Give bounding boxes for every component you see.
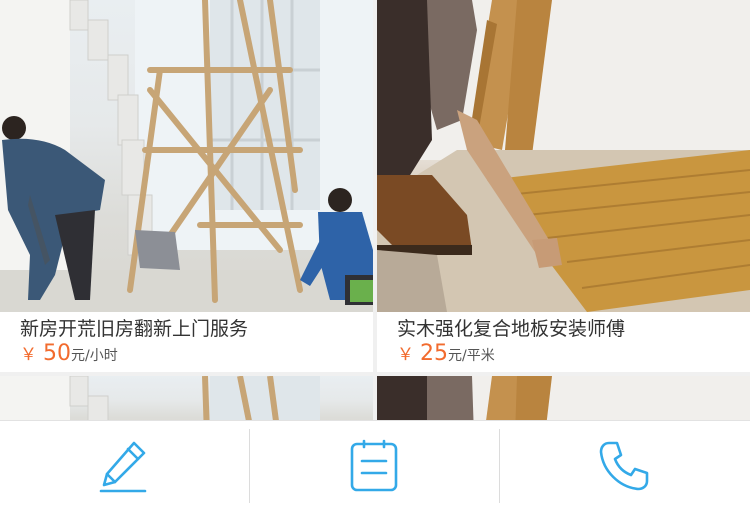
edit-tab[interactable] bbox=[0, 421, 249, 510]
call-tab[interactable] bbox=[500, 421, 749, 510]
listing-price: ￥ 25元/平米 bbox=[397, 342, 750, 368]
floor-installation-photo bbox=[377, 376, 750, 420]
listing-title: 实木强化复合地板安装师傅 bbox=[397, 318, 626, 340]
listing-card[interactable] bbox=[377, 376, 750, 420]
renovation-workers-photo bbox=[0, 0, 373, 312]
bottom-action-bar bbox=[0, 420, 750, 510]
currency-symbol: ￥ bbox=[397, 345, 414, 365]
pencil-icon bbox=[99, 441, 147, 493]
price-value: 25 bbox=[420, 341, 448, 366]
listing-card-flooring[interactable]: 实木强化复合地板安装师傅 ￥ 25元/平米 bbox=[377, 0, 750, 372]
listing-card[interactable] bbox=[0, 376, 373, 420]
renovation-workers-photo bbox=[0, 376, 373, 420]
phone-icon bbox=[599, 441, 649, 491]
clipboard-icon bbox=[350, 439, 398, 492]
listing-title: 新房开荒旧房翻新上门服务 bbox=[20, 318, 249, 340]
listing-info: 实木强化复合地板安装师傅 ￥ 25元/平米 bbox=[377, 312, 750, 372]
listing-grid: 新房开荒旧房翻新上门服务 ￥ 50元/小时 实木强化复合地板安装师傅 ￥ 25元… bbox=[0, 0, 750, 420]
listing-info: 新房开荒旧房翻新上门服务 ￥ 50元/小时 bbox=[0, 312, 373, 372]
listing-card-renovation[interactable]: 新房开荒旧房翻新上门服务 ￥ 50元/小时 bbox=[0, 0, 373, 372]
listing-price: ￥ 50元/小时 bbox=[20, 342, 373, 368]
price-value: 50 bbox=[43, 341, 71, 366]
order-list-tab[interactable] bbox=[250, 421, 499, 510]
price-unit: 元/平米 bbox=[448, 348, 495, 364]
floor-installation-photo bbox=[377, 0, 750, 312]
currency-symbol: ￥ bbox=[20, 345, 37, 365]
price-unit: 元/小时 bbox=[71, 348, 118, 364]
